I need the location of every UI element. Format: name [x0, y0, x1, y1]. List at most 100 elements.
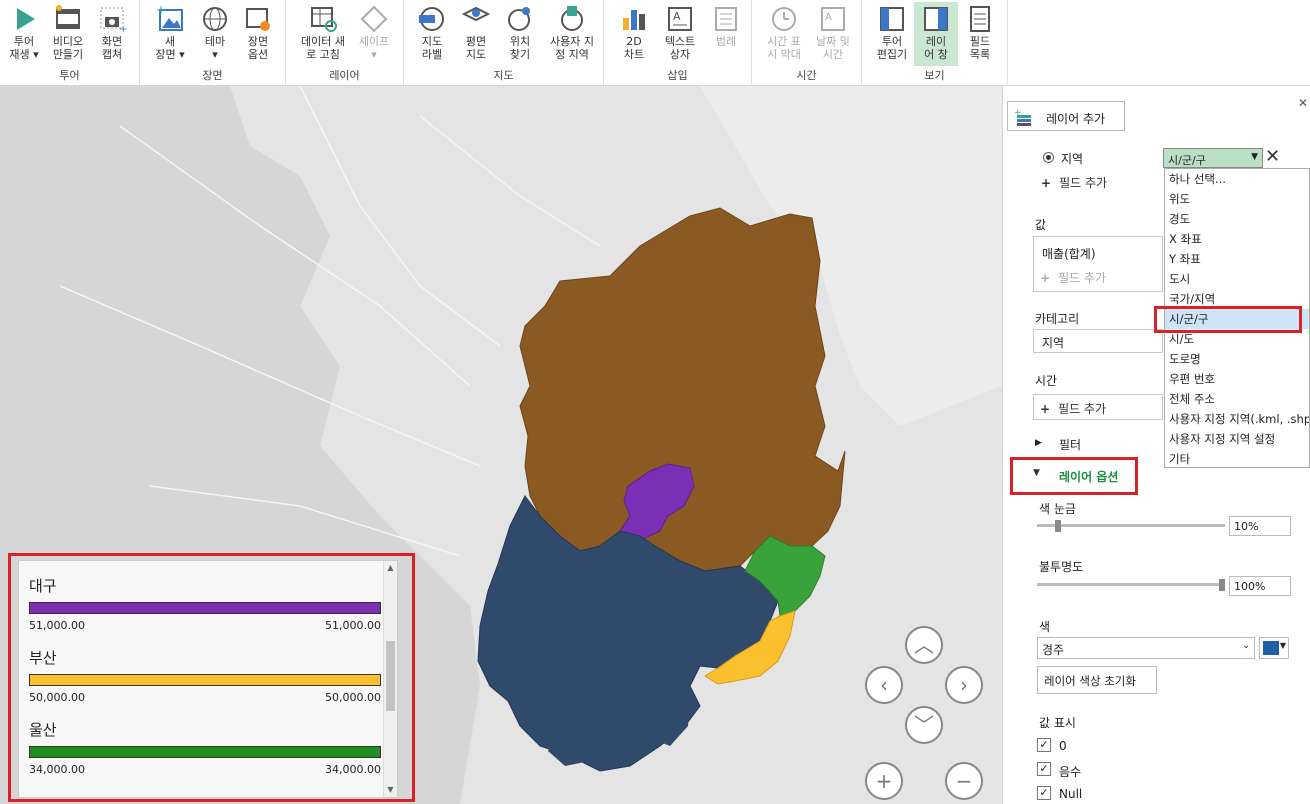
dropdown-option[interactable]: 우편 번호 [1165, 369, 1309, 389]
value-box[interactable]: 매출(합계) + 필드 추가 [1033, 236, 1163, 292]
close-pane-icon[interactable]: ✕ [1298, 96, 1308, 110]
pan-up-button[interactable]: ︿ [905, 626, 943, 664]
new-scene-button[interactable]: + 새 장면 ▾ [148, 2, 192, 66]
dropdown-option[interactable]: X 좌표 [1165, 229, 1309, 249]
pan-left-button[interactable]: ‹ [865, 666, 903, 704]
tour-editor-button[interactable]: 투어 편집기 [870, 2, 914, 66]
insert-group-label: 삽입 [667, 69, 688, 82]
time-add-field[interactable]: + 필드 추가 [1040, 400, 1106, 417]
play-tour-button[interactable]: 투어 재생 ▾ [2, 2, 46, 66]
custom-region-label: 사용자 지 정 지역 [550, 35, 594, 61]
opacity-input[interactable]: 100% [1229, 576, 1291, 596]
video-icon [56, 5, 80, 29]
time-bar-label: 시간 표 시 막대 [767, 35, 801, 61]
view-group: 투어 편집기 레이 어 창 필드 목록 보기 [862, 0, 1008, 86]
chart-2d-button[interactable]: 2D 차트 [612, 2, 656, 66]
map-group: 지도 라벨 평면 지도 위치 찾기 사용자 지 정 지역 지도 [404, 0, 604, 86]
textbox-icon: A [668, 7, 692, 31]
play-tour-label: 투어 재생 ▾ [9, 35, 39, 61]
plus-icon: + [1040, 402, 1051, 416]
shape-label: 셰이프 ▾ [358, 35, 390, 61]
location-radio[interactable] [1043, 152, 1054, 163]
pan-right-button[interactable]: › [945, 666, 983, 704]
svg-text:A: A [825, 12, 832, 23]
layer-group-label: 레이어 [329, 69, 360, 82]
color-scale-label: 색 눈금 [1039, 502, 1076, 516]
value-add-field[interactable]: + 필드 추가 [1040, 269, 1106, 286]
zoom-in-button[interactable]: + [865, 762, 903, 800]
scene-options-button[interactable]: 장면 옵션 [236, 2, 280, 66]
find-location-icon [508, 7, 530, 31]
dropdown-option[interactable]: 전체 주소 [1165, 389, 1309, 409]
color-scale-thumb[interactable] [1055, 520, 1061, 532]
layer-pane-icon [924, 7, 948, 31]
custom-region-button[interactable]: 사용자 지 정 지역 [542, 2, 602, 66]
dropdown-option[interactable]: 사용자 지정 지역 설정 [1165, 429, 1309, 449]
time-bar-button[interactable]: 시간 표 시 막대 [760, 2, 808, 66]
zoom-out-button[interactable]: − [945, 762, 983, 800]
textbox-button[interactable]: A 텍스트 상자 [656, 2, 704, 66]
add-field-label: 필드 추가 [1058, 271, 1107, 285]
insert-group: 2D 차트 A 텍스트 상자 범례 삽입 [604, 0, 752, 86]
color-select[interactable]: 경주 ⌄ [1037, 637, 1255, 659]
field-list-button[interactable]: 필드 목록 [958, 2, 1002, 66]
legend-button[interactable]: 범례 [704, 2, 748, 66]
dropdown-option[interactable]: 경도 [1165, 209, 1309, 229]
scene-group-label: 장면 [202, 69, 223, 82]
tour-group: 투어 재생 ▾ 비디오 만들기 + 화면 캡쳐 투어 [0, 0, 140, 86]
opacity-thumb[interactable] [1219, 579, 1225, 591]
flat-map-icon [461, 6, 491, 22]
dropdown-option[interactable]: 위도 [1165, 189, 1309, 209]
highlight-layer-options [1010, 457, 1138, 495]
shape-icon [360, 5, 388, 33]
capture-screen-button[interactable]: + 화면 캡쳐 [90, 2, 134, 66]
checkbox-null[interactable]: ✓ [1037, 786, 1051, 800]
capture-screen-label: 화면 캡쳐 [101, 35, 123, 61]
category-value: 지역 [1042, 336, 1065, 350]
layer-pane-button[interactable]: 레이 어 창 [914, 2, 958, 66]
theme-label: 테마 ▾ [204, 35, 226, 61]
remove-location-icon[interactable]: ✕ [1265, 146, 1280, 167]
svg-text:+: + [156, 4, 166, 17]
shape-button[interactable]: 셰이프 ▾ [352, 2, 396, 66]
svg-text:+: + [119, 24, 127, 34]
add-layer-button[interactable]: + 레이어 추가 [1007, 101, 1125, 131]
checkbox-zero-label: 0 [1059, 739, 1067, 753]
time-bar-icon [772, 7, 796, 31]
play-icon [17, 8, 35, 30]
checkbox-zero[interactable]: ✓ [1037, 738, 1051, 752]
location-label: 지역 [1061, 152, 1084, 166]
find-location-button[interactable]: 위치 찾기 [498, 2, 542, 66]
color-scale-slider[interactable] [1037, 524, 1225, 527]
location-add-field[interactable]: + 필드 추가 [1041, 174, 1107, 191]
color-scale-input[interactable]: 10% [1229, 516, 1291, 536]
opacity-label: 불투명도 [1039, 560, 1084, 574]
location-select[interactable]: 시/군/구 ▼ [1163, 148, 1263, 168]
dropdown-option[interactable]: 기타 [1165, 449, 1309, 469]
make-video-button[interactable]: 비디오 만들기 [46, 2, 90, 66]
field-list-label: 필드 목록 [969, 35, 991, 61]
checkbox-negative-label: 음수 [1059, 765, 1082, 779]
dropdown-option[interactable]: 하나 선택... [1165, 169, 1309, 189]
flat-map-button[interactable]: 평면 지도 [454, 2, 498, 66]
map-labels-button[interactable]: 지도 라벨 [410, 2, 454, 66]
filter-label[interactable]: 필터 [1059, 436, 1081, 453]
ribbon: 투어 재생 ▾ 비디오 만들기 + 화면 캡쳐 투어 + 새 장면 ▾ 테마 ▾… [0, 0, 1310, 86]
chevron-right-icon[interactable]: ▶ [1035, 438, 1042, 448]
color-swatch-button[interactable]: ▼ [1259, 637, 1289, 659]
time-box[interactable]: + 필드 추가 [1033, 394, 1163, 420]
plus-icon: + [1040, 271, 1051, 285]
date-time-button[interactable]: A 날짜 및 시간 [808, 2, 858, 66]
dropdown-option[interactable]: Y 좌표 [1165, 249, 1309, 269]
theme-button[interactable]: 테마 ▾ [193, 2, 237, 66]
dropdown-option[interactable]: 도시 [1165, 269, 1309, 289]
dropdown-option[interactable]: 도로명 [1165, 349, 1309, 369]
dropdown-option[interactable]: 사용자 지정 지역(.kml, .shp) [1165, 409, 1309, 429]
checkbox-negative[interactable]: ✓ [1037, 762, 1051, 776]
category-box[interactable]: 지역 [1033, 329, 1163, 353]
refresh-data-button[interactable]: 데이터 새 로 고침 [294, 2, 352, 66]
opacity-slider[interactable] [1037, 583, 1225, 586]
chevron-down-icon: ⌄ [1242, 641, 1250, 651]
pan-down-button[interactable]: ﹀ [905, 706, 943, 744]
reset-color-button[interactable]: 레이어 색상 초기화 [1037, 666, 1157, 694]
